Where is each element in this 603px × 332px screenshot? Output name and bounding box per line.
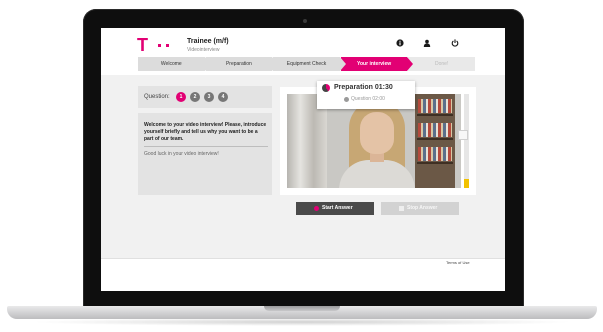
app-footer: Terms of Use [101,258,505,291]
step-your-interview: Your interview [340,57,413,71]
app-screen: T Trainee (m/f) Videointerview Welcome P… [101,28,505,291]
logo-t-glyph: T [137,35,148,55]
good-luck-text: Good luck in your video interview! [144,151,219,157]
stop-icon [399,206,404,211]
info-icon[interactable] [396,39,404,47]
question-timer-icon [344,97,349,102]
question-message-box: Welcome to your video interview! Please,… [138,113,272,195]
audio-level-handle[interactable] [458,130,468,140]
step-equipment-check: Equipment Check [273,57,346,71]
question-selector: Question: 1 2 3 4 [138,86,272,108]
user-icon[interactable] [423,39,431,47]
progress-steps: Welcome Preparation Equipment Check Your… [138,57,476,71]
stop-answer-label: Stop Answer [407,205,438,211]
background-bookshelf [415,94,455,188]
preparation-timer-icon [322,84,330,92]
question-number-3[interactable]: 3 [204,92,214,102]
question-number-1[interactable]: 1 [176,92,186,102]
power-icon[interactable] [451,39,459,47]
question-timer: Question 02:00 [351,96,385,102]
start-answer-button[interactable]: Start Answer [296,202,374,215]
timer-popup: Preparation 01:30 Question 02:00 [317,81,415,109]
question-text: Welcome to your video interview! Please,… [144,122,267,142]
question-number-2[interactable]: 2 [190,92,200,102]
video-panel: Preparation 01:30 Question 02:00 [280,81,476,195]
stop-answer-button[interactable]: Stop Answer [381,202,459,215]
step-preparation: Preparation [205,57,278,71]
question-number-4[interactable]: 4 [218,92,228,102]
divider [144,146,268,147]
question-label: Question: [144,94,170,100]
laptop-opening-notch [264,306,340,311]
start-answer-label: Start Answer [322,205,353,211]
person-face [360,112,394,154]
job-title: Trainee (m/f) [187,38,229,45]
audio-level-meter [464,94,469,188]
terms-of-use-link[interactable]: Terms of Use [446,260,470,266]
step-welcome: Welcome [138,57,211,71]
job-subtitle: Videointerview [187,47,220,53]
logo-dot [158,44,161,47]
laptop-shadow [30,318,574,326]
logo-dot [166,44,169,47]
step-done: Done! [408,57,475,71]
audio-level-fill [464,178,469,188]
preparation-timer: Preparation 01:30 [334,84,393,91]
record-icon [314,206,319,211]
webcam-icon [303,19,307,23]
interview-content: Question: 1 2 3 4 Welcome to your video … [101,75,505,258]
